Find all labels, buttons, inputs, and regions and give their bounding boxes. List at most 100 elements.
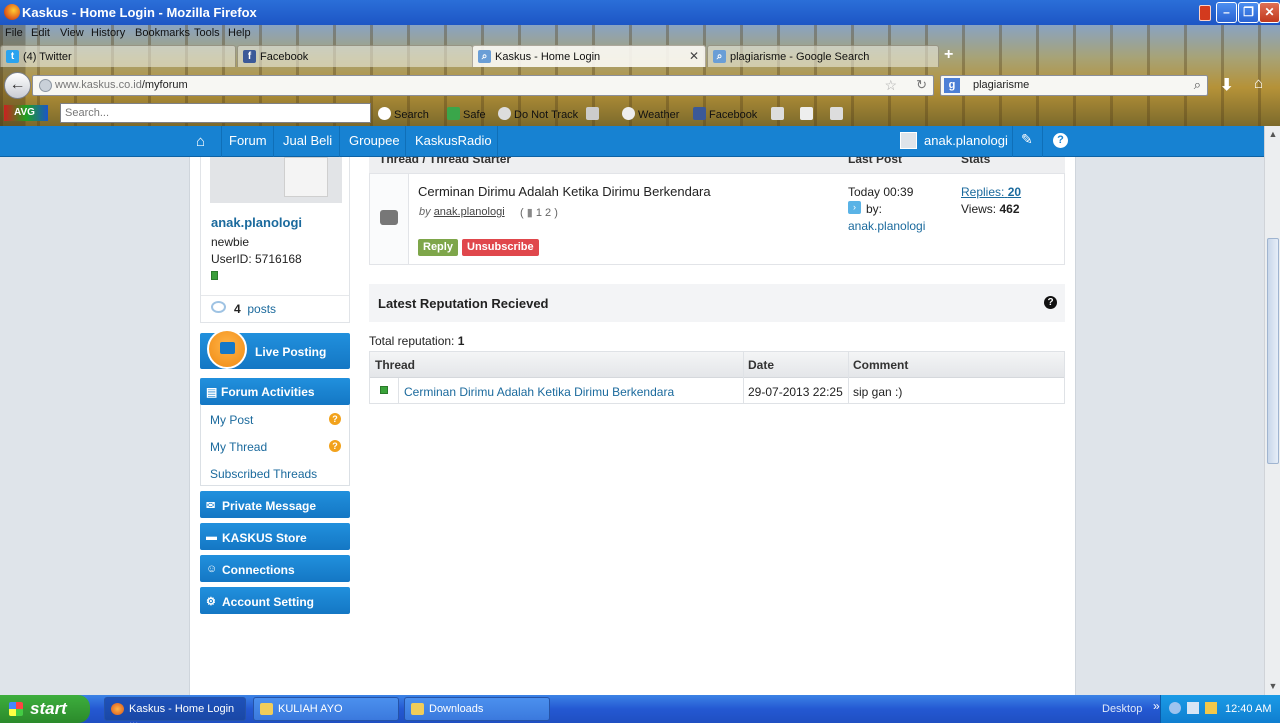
download-icon[interactable]: ⬇ [1220, 75, 1233, 95]
thread-status-cell [370, 174, 409, 264]
close-window-button[interactable]: ✕ [1259, 2, 1280, 23]
question-icon[interactable]: ? [329, 413, 341, 425]
subscribed-threads-link[interactable]: Subscribed Threads [210, 467, 317, 481]
minimize-button[interactable]: – [1216, 2, 1237, 23]
cloud-icon [622, 107, 635, 120]
col-stats: Stats [961, 157, 991, 166]
unsubscribe-button[interactable]: Unsubscribe [462, 239, 539, 256]
taskbar-folder-kuliah[interactable]: KULIAH AYO [253, 697, 399, 721]
chevron-icon[interactable]: » [1153, 699, 1160, 713]
menu-history[interactable]: History [91, 27, 125, 39]
page-links[interactable]: 1 2 [536, 207, 551, 219]
forum-activities-header[interactable]: ▤ Forum Activities [200, 378, 350, 405]
go-to-post-icon[interactable]: › [848, 201, 861, 214]
posts-link[interactable]: 4 posts [234, 302, 276, 316]
views-label: Views: [961, 202, 997, 216]
my-thread-link[interactable]: My Thread [210, 440, 267, 454]
system-tray: 12:40 AM [1160, 695, 1280, 723]
help-icon[interactable]: ? [1053, 133, 1068, 148]
folder-icon [260, 703, 273, 715]
reply-button[interactable]: Reply [418, 239, 458, 256]
toolbar-weather[interactable]: Weather [622, 107, 679, 121]
help-icon[interactable]: ? [1044, 296, 1057, 309]
notepad-icon[interactable] [800, 107, 816, 121]
menu-tools[interactable]: Tools [194, 27, 220, 39]
scroll-down-icon[interactable]: ▼ [1266, 679, 1280, 694]
taskbar-firefox[interactable]: Kaskus - Home Login ... [104, 697, 246, 723]
col-date: Date [748, 358, 775, 372]
tab-twitter[interactable]: t (4) Twitter [0, 45, 236, 67]
pencil-icon[interactable]: ✎ [1021, 131, 1033, 148]
volume-icon[interactable] [1205, 702, 1217, 714]
replies-label: Replies: [961, 185, 1005, 199]
forum-activities-label: Forum Activities [221, 385, 315, 399]
kaskus-store-button[interactable]: ▬ KASKUS Store [200, 523, 350, 550]
tab-google[interactable]: ⌕ plagiarisme - Google Search [707, 45, 939, 67]
thread-title[interactable]: Cerminan Dirimu Adalah Ketika Dirimu Ber… [418, 184, 711, 199]
bookmark-star-icon[interactable]: ☆ [884, 77, 897, 94]
toolbar-search-input[interactable]: Search... [60, 103, 371, 123]
tab-facebook[interactable]: f Facebook [237, 45, 473, 67]
starter-link[interactable]: anak.planologi [434, 206, 505, 218]
start-button[interactable]: start [0, 695, 90, 723]
toolbar-safe[interactable]: Safe [447, 107, 486, 121]
avg-logo[interactable]: AVG [4, 105, 48, 121]
search-icon[interactable]: ⌕ [1194, 77, 1201, 93]
firefox-icon [111, 703, 124, 715]
close-tab-icon[interactable]: ✕ [689, 49, 699, 63]
my-post-link[interactable]: My Post [210, 413, 253, 427]
nav-username[interactable]: anak.planologi [924, 133, 1008, 148]
nav-divider [221, 126, 222, 157]
profile-username[interactable]: anak.planologi [211, 215, 302, 230]
thread-pages: ( ▮ 1 2 ) [520, 207, 558, 219]
page-scrollbar[interactable]: ▲ ▼ [1264, 126, 1280, 695]
camera-icon[interactable] [830, 107, 846, 121]
eye-icon [498, 107, 511, 120]
live-posting-button[interactable]: Live Posting [200, 329, 350, 369]
monitor-icon[interactable] [1187, 702, 1199, 714]
replies-link[interactable]: Replies: 20 [961, 185, 1021, 199]
total-reputation-value: 1 [457, 334, 465, 348]
private-message-button[interactable]: ✉ Private Message [200, 491, 350, 518]
question-icon[interactable]: ? [329, 440, 341, 452]
menu-file[interactable]: File [5, 27, 23, 39]
menu-view[interactable]: View [60, 27, 84, 39]
clock[interactable]: 12:40 AM [1225, 703, 1271, 715]
menu-bookmarks[interactable]: Bookmarks [135, 27, 190, 39]
scroll-up-icon[interactable]: ▲ [1266, 127, 1280, 142]
calculator-icon[interactable] [771, 107, 787, 121]
nav-jual-beli[interactable]: Jual Beli [283, 133, 332, 148]
scroll-thumb[interactable] [1267, 238, 1279, 464]
account-setting-button[interactable]: ⚙ Account Setting [200, 587, 350, 614]
taskbar-folder-downloads[interactable]: Downloads [404, 697, 550, 721]
addon-icon[interactable] [1199, 5, 1211, 21]
trash-icon[interactable] [586, 107, 602, 121]
user-avatar[interactable] [900, 132, 917, 149]
tab-kaskus[interactable]: ⌕ Kaskus - Home Login ✕ [472, 45, 706, 67]
home-icon[interactable]: ⌂ [1254, 75, 1263, 92]
desktop-toolbar[interactable]: Desktop [1102, 703, 1142, 715]
back-button[interactable]: ← [4, 72, 31, 99]
nav-groupee[interactable]: Groupee [349, 133, 400, 148]
address-bar[interactable]: www.kaskus.co.id/myforum ☆ ↻ [32, 75, 934, 96]
menu-help[interactable]: Help [228, 27, 251, 39]
reload-icon[interactable]: ↻ [916, 77, 927, 93]
reputation-thread-link[interactable]: Cerminan Dirimu Adalah Ketika Dirimu Ber… [404, 385, 674, 399]
posts-label: posts [247, 302, 277, 316]
toolbar-search-button[interactable]: Search [378, 107, 429, 121]
maximize-button[interactable]: ❐ [1238, 2, 1259, 23]
menu-edit[interactable]: Edit [31, 27, 50, 39]
calculator-shape [771, 107, 784, 120]
network-icon[interactable] [1169, 702, 1181, 714]
search-bar[interactable]: g plagiarisme ⌕ [940, 75, 1208, 96]
nav-kaskusradio[interactable]: KaskusRadio [415, 133, 492, 148]
avatar[interactable] [210, 157, 342, 203]
home-icon[interactable]: ⌂ [196, 133, 212, 150]
connections-button[interactable]: ☺ Connections [200, 555, 350, 582]
nav-divider [339, 126, 340, 157]
toolbar-facebook[interactable]: Facebook [693, 107, 757, 121]
last-post-user[interactable]: anak.planologi [848, 219, 925, 233]
nav-forum[interactable]: Forum [229, 133, 267, 148]
toolbar-dnt[interactable]: Do Not Track [498, 107, 578, 121]
new-tab-button[interactable]: + [944, 46, 953, 64]
